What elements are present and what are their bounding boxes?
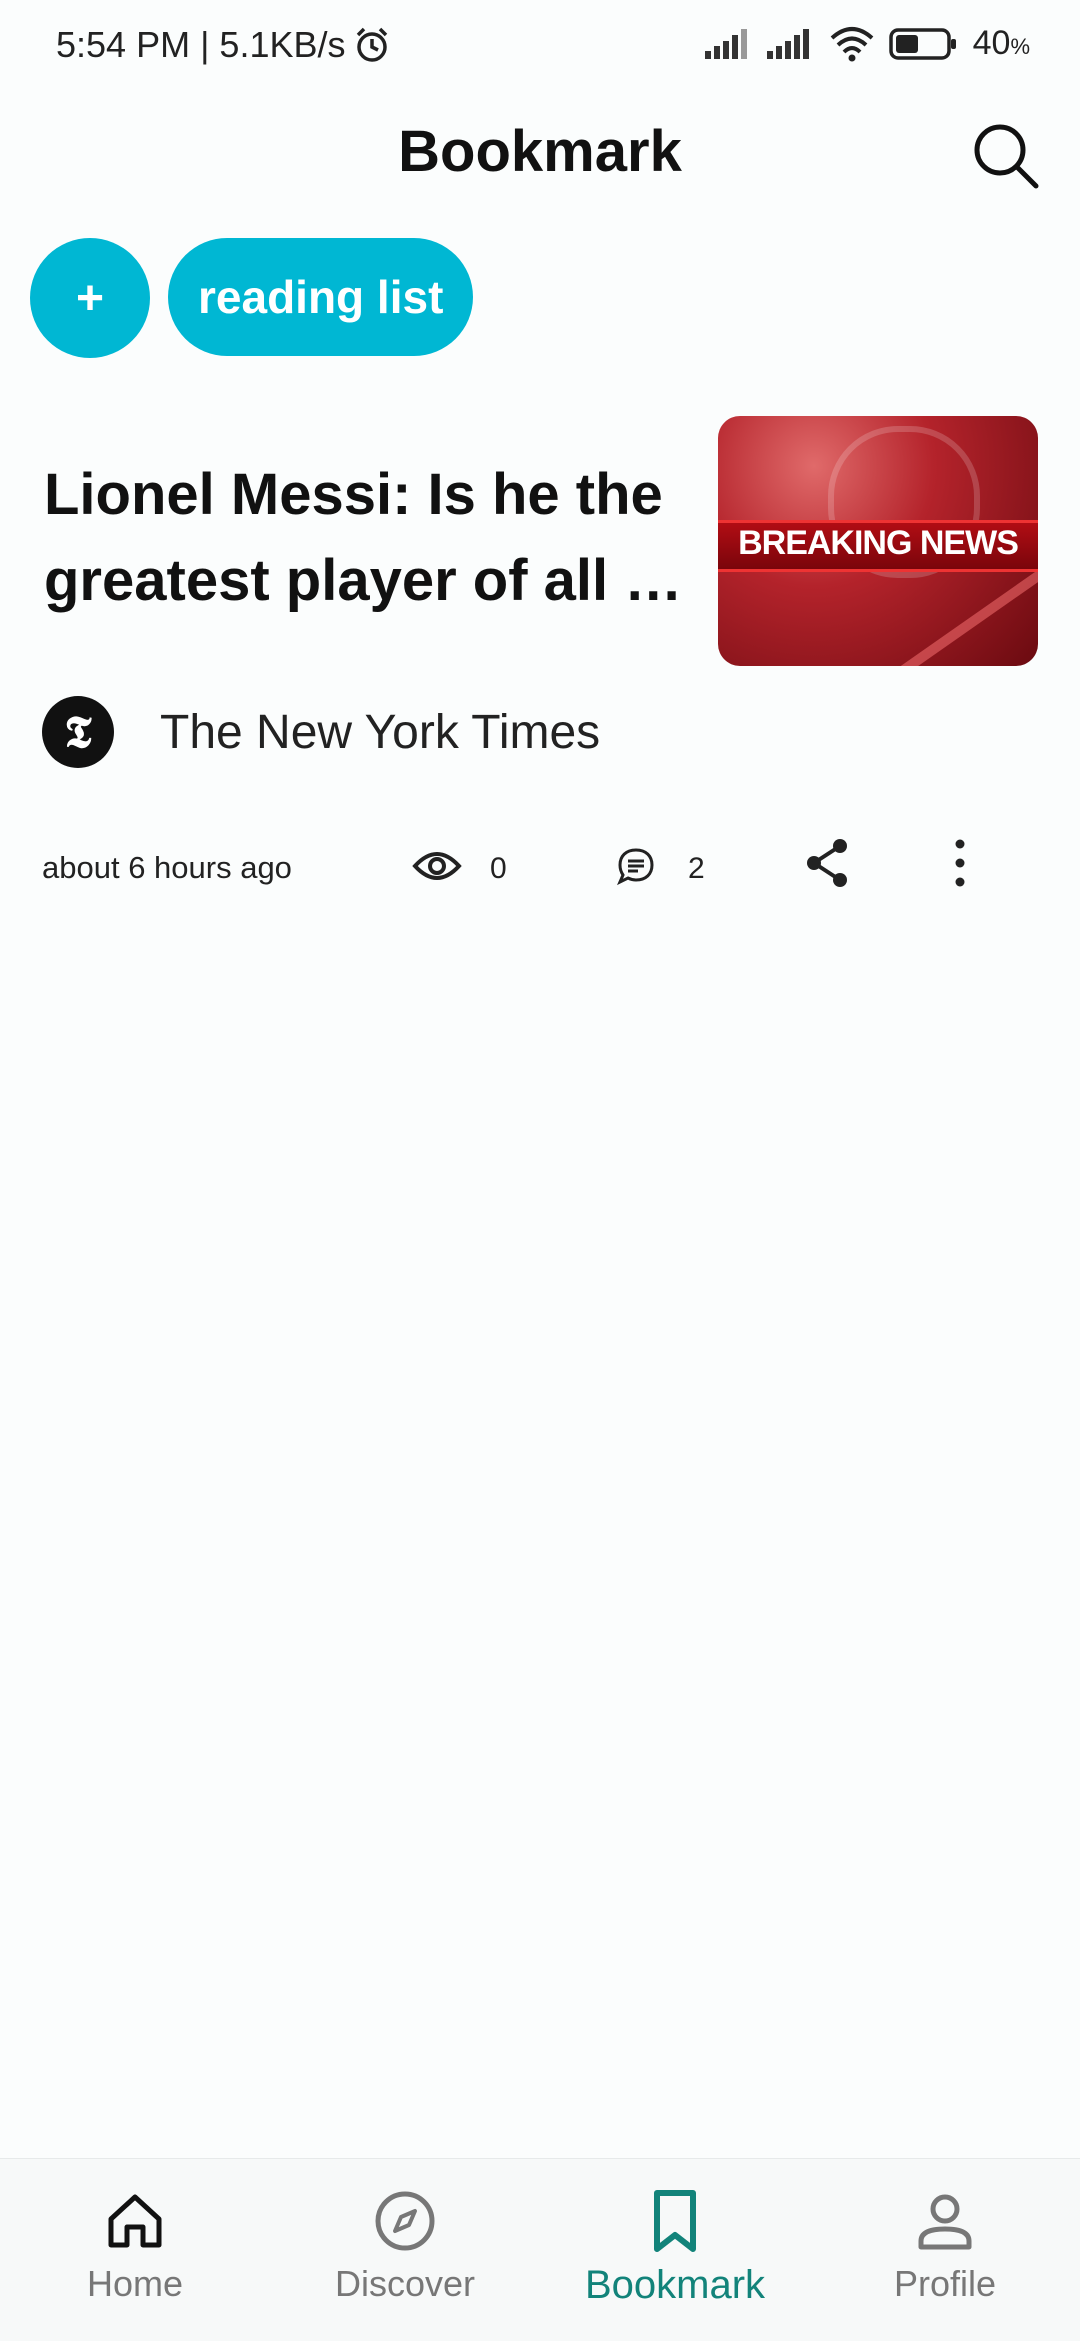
chip-reading-list[interactable]: reading list — [168, 238, 474, 356]
source-row[interactable]: 𝕿 The New York Times — [42, 696, 600, 768]
signal-icon-2 — [766, 28, 809, 59]
page-title: Bookmark — [398, 119, 682, 184]
article-thumbnail[interactable]: BREAKING NEWS — [718, 416, 1038, 666]
status-right: 40% — [704, 24, 1030, 63]
nav-label-profile: Profile — [893, 2263, 997, 2304]
status-left: 5:54 PM | 5.1KB/s — [56, 24, 392, 66]
nav-label-discover: Discover — [334, 2263, 476, 2304]
status-bar: 5:54 PM | 5.1KB/s 40% — [0, 0, 1080, 96]
status-time-speed: 5:54 PM | 5.1KB/s — [56, 24, 346, 65]
compass-icon — [375, 2191, 435, 2251]
person-icon — [918, 2194, 972, 2250]
nav-label-bookmark: Bookmark — [584, 2263, 766, 2307]
signal-icon — [704, 28, 747, 59]
battery-icon — [888, 27, 956, 60]
wifi-icon — [830, 26, 873, 61]
eye-icon — [412, 852, 462, 880]
views-count: 0 — [490, 852, 507, 885]
battery-percent: 40% — [973, 24, 1030, 63]
share-icon[interactable] — [802, 836, 852, 890]
battery-unit: % — [1010, 34, 1030, 59]
article-time: about 6 hours ago — [42, 850, 292, 885]
battery-value: 40 — [972, 24, 1011, 62]
search-icon — [974, 124, 1039, 189]
home-icon — [108, 2194, 162, 2248]
comments-count: 2 — [688, 852, 705, 885]
alarm-icon — [356, 27, 387, 62]
nav-label-home: Home — [86, 2263, 184, 2304]
comment-icon[interactable] — [616, 846, 656, 886]
add-list-button[interactable]: + — [30, 238, 150, 358]
bottom-navigation: Home Discover Bookmark Profile — [0, 2158, 1080, 2341]
search-button[interactable] — [968, 118, 1044, 194]
nav-item-profile[interactable]: Profile — [810, 2189, 1080, 2305]
source-logo: 𝕿 — [42, 696, 114, 768]
nav-item-discover[interactable]: Discover — [270, 2189, 540, 2305]
bookmark-list-chips: + reading list — [30, 238, 474, 358]
thumbnail-text: BREAKING NEWS — [738, 524, 1019, 562]
source-name: The New York Times — [160, 705, 601, 759]
app-header: Bookmark — [0, 110, 1080, 200]
more-options-icon[interactable] — [948, 836, 972, 890]
nav-item-home[interactable]: Home — [0, 2189, 270, 2305]
article-title[interactable]: Lionel Messi: Is he the greatest player … — [44, 452, 704, 624]
article-meta-row: about 6 hours ago 0 2 — [42, 836, 1042, 896]
bookmark-icon — [654, 2190, 696, 2252]
nav-item-bookmark[interactable]: Bookmark — [540, 2189, 810, 2308]
